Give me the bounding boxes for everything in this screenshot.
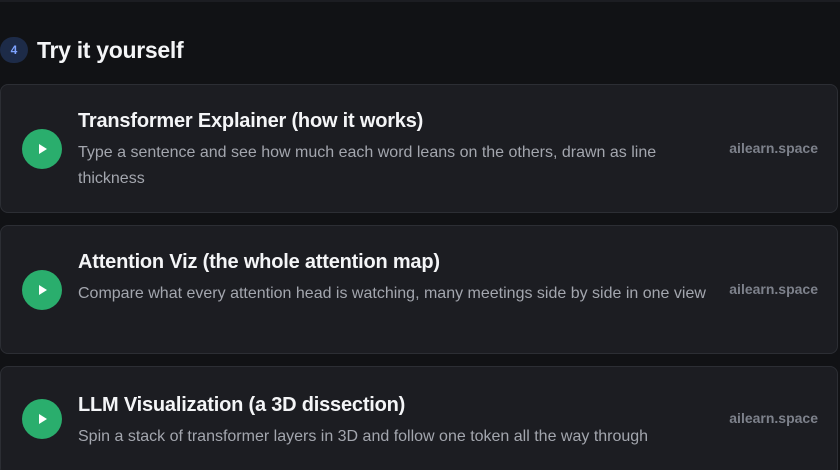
card-description: Spin a stack of transformer layers in 3D… bbox=[78, 428, 649, 445]
play-icon bbox=[39, 144, 47, 154]
card-description: Type a sentence and see how much each wo… bbox=[78, 144, 657, 187]
card-description: Compare what every attention head is wat… bbox=[78, 285, 706, 302]
play-button[interactable] bbox=[22, 129, 62, 169]
resource-card-transformer-explainer[interactable]: Transformer Explainer (how it works) Typ… bbox=[0, 84, 838, 213]
step-number-badge: 4 bbox=[0, 37, 28, 63]
card-title[interactable]: LLM Visualization (a 3D dissection) bbox=[78, 391, 708, 419]
card-title[interactable]: Attention Viz (the whole attention map) bbox=[78, 248, 708, 276]
card-source-domain: ailearn.space bbox=[729, 140, 818, 156]
card-source-domain: ailearn.space bbox=[729, 281, 818, 297]
card-body: Attention Viz (the whole attention map) … bbox=[78, 248, 708, 307]
resource-card-attention-viz[interactable]: Attention Viz (the whole attention map) … bbox=[0, 225, 838, 354]
page: 4 Try it yourself Transformer Explainer … bbox=[0, 0, 840, 470]
card-body: LLM Visualization (a 3D dissection) Spin… bbox=[78, 391, 708, 450]
play-button[interactable] bbox=[22, 270, 62, 310]
divider bbox=[0, 0, 840, 2]
play-icon bbox=[39, 414, 47, 424]
card-title[interactable]: Transformer Explainer (how it works) bbox=[78, 107, 708, 135]
resource-card-llm-visualization[interactable]: LLM Visualization (a 3D dissection) Spin… bbox=[0, 366, 838, 470]
section-title: Try it yourself bbox=[37, 36, 184, 63]
play-button[interactable] bbox=[22, 399, 62, 439]
section-header: 4 Try it yourself bbox=[0, 34, 184, 66]
play-icon bbox=[39, 285, 47, 295]
card-body: Transformer Explainer (how it works) Typ… bbox=[78, 107, 708, 192]
card-source-domain: ailearn.space bbox=[729, 410, 818, 426]
